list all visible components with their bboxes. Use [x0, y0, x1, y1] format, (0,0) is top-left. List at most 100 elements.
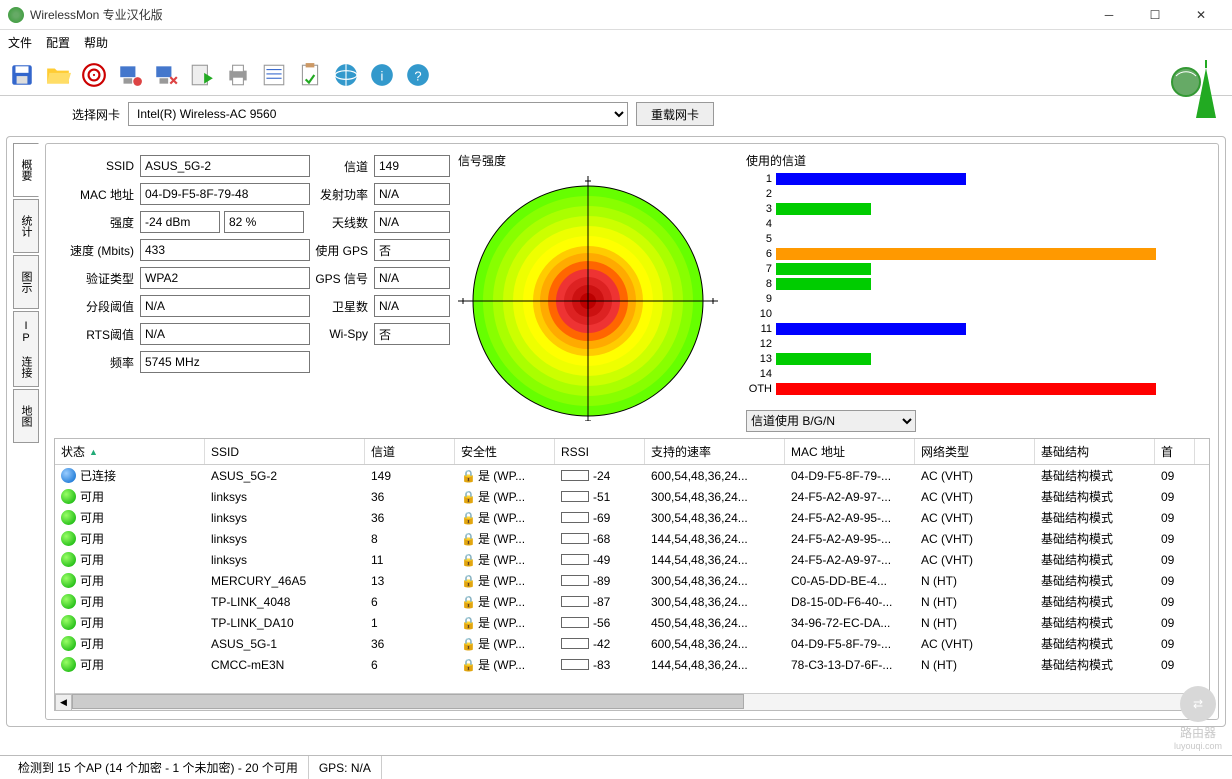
table-row[interactable]: 已连接ASUS_5G-2149🔒是 (WP...-24600,54,48,36,…: [55, 465, 1209, 486]
status-dot-icon: [61, 489, 76, 504]
rts-field[interactable]: [140, 323, 310, 345]
col-net[interactable]: 网络类型: [915, 439, 1035, 464]
ssid-field[interactable]: [140, 155, 310, 177]
gpssig-field[interactable]: [374, 267, 450, 289]
channel-number: 10: [746, 308, 776, 320]
cell-first: 09: [1155, 658, 1195, 672]
cell-first: 09: [1155, 595, 1195, 609]
target-icon[interactable]: [78, 59, 110, 91]
wispy-field[interactable]: [374, 323, 450, 345]
wispy-label: Wi-Spy: [310, 327, 374, 341]
window-title: WirelessMon 专业汉化版: [30, 6, 1086, 23]
table-row[interactable]: 可用linksys11🔒是 (WP...-49144,54,48,36,24..…: [55, 549, 1209, 570]
scroll-thumb[interactable]: [72, 694, 744, 709]
cell-rssi: -24: [555, 469, 645, 483]
adapter-row: 选择网卡 Intel(R) Wireless-AC 9560 重载网卡: [0, 96, 1232, 132]
table-row[interactable]: 可用ASUS_5G-136🔒是 (WP...-42600,54,48,36,24…: [55, 633, 1209, 654]
pc1-icon[interactable]: [114, 59, 146, 91]
pc2-icon[interactable]: [150, 59, 182, 91]
open-icon[interactable]: [42, 59, 74, 91]
tab-overview[interactable]: 概要: [13, 143, 39, 197]
tab-graph[interactable]: 图示: [13, 255, 39, 309]
chan-field[interactable]: [374, 155, 450, 177]
horizontal-scrollbar[interactable]: ◀ ▶: [55, 693, 1209, 710]
strength-dbm-field[interactable]: [140, 211, 220, 233]
status-ap-count: 检测到 15 个AP (14 个加密 - 1 个未加密) - 20 个可用: [8, 756, 309, 779]
cell-sec: 🔒是 (WP...: [455, 488, 555, 505]
list-icon[interactable]: [258, 59, 290, 91]
menu-file[interactable]: 文件: [8, 34, 32, 51]
table-row[interactable]: 可用TP-LINK_40486🔒是 (WP...-87300,54,48,36,…: [55, 591, 1209, 612]
col-sec[interactable]: 安全性: [455, 439, 555, 464]
sort-asc-icon: ▲: [89, 447, 98, 457]
table-row[interactable]: 可用linksys36🔒是 (WP...-69300,54,48,36,24..…: [55, 507, 1209, 528]
gps-field[interactable]: [374, 239, 450, 261]
reload-adapter-button[interactable]: 重载网卡: [636, 102, 714, 126]
worldq-icon[interactable]: i: [366, 59, 398, 91]
freq-label: 频率: [54, 354, 140, 371]
main-panel: 概要 统计 图示 IP 连接 地图 SSID 信道 MAC 地址 发射功率 强度: [6, 136, 1226, 727]
adapter-label: 选择网卡: [72, 106, 120, 123]
mac-field[interactable]: [140, 183, 310, 205]
cell-rate: 300,54,48,36,24...: [645, 574, 785, 588]
channel-mode-select[interactable]: 信道使用 B/G/N: [746, 410, 916, 432]
cell-chan: 36: [365, 637, 455, 651]
cell-rate: 450,54,48,36,24...: [645, 616, 785, 630]
ant-field[interactable]: [374, 211, 450, 233]
adapter-select[interactable]: Intel(R) Wireless-AC 9560: [128, 102, 628, 126]
lock-icon: 🔒: [461, 469, 476, 483]
cell-infra: 基础结构模式: [1035, 635, 1155, 652]
menu-help[interactable]: 帮助: [84, 34, 108, 51]
scroll-left-icon[interactable]: ◀: [55, 694, 72, 711]
cell-mac: 24-F5-A2-A9-95-...: [785, 511, 915, 525]
tab-stats[interactable]: 统计: [13, 199, 39, 253]
col-chan[interactable]: 信道: [365, 439, 455, 464]
sat-field[interactable]: [374, 295, 450, 317]
table-row[interactable]: 可用CMCC-mE3N6🔒是 (WP...-83144,54,48,36,24.…: [55, 654, 1209, 675]
table-row[interactable]: 可用MERCURY_46A513🔒是 (WP...-89300,54,48,36…: [55, 570, 1209, 591]
cell-rate: 600,54,48,36,24...: [645, 637, 785, 651]
cell-rssi: -56: [555, 616, 645, 630]
minimize-button[interactable]: ─: [1086, 0, 1132, 30]
frag-field[interactable]: [140, 295, 310, 317]
txpwr-field[interactable]: [374, 183, 450, 205]
cell-status: 可用: [55, 572, 205, 589]
menu-config[interactable]: 配置: [46, 34, 70, 51]
channel-bar: [776, 278, 871, 290]
col-ssid[interactable]: SSID: [205, 439, 365, 464]
col-infra[interactable]: 基础结构: [1035, 439, 1155, 464]
tab-ipconn[interactable]: IP 连接: [13, 311, 39, 387]
table-body[interactable]: 已连接ASUS_5G-2149🔒是 (WP...-24600,54,48,36,…: [55, 465, 1209, 693]
tab-map[interactable]: 地图: [13, 389, 39, 443]
col-mac[interactable]: MAC 地址: [785, 439, 915, 464]
close-button[interactable]: ✕: [1178, 0, 1224, 30]
save-icon[interactable]: [6, 59, 38, 91]
lock-icon: 🔒: [461, 532, 476, 546]
clipboard-icon[interactable]: [294, 59, 326, 91]
table-row[interactable]: 可用linksys36🔒是 (WP...-51300,54,48,36,24..…: [55, 486, 1209, 507]
col-rate[interactable]: 支持的速率: [645, 439, 785, 464]
table-row[interactable]: 可用TP-LINK_DA101🔒是 (WP...-56450,54,48,36,…: [55, 612, 1209, 633]
auth-field[interactable]: [140, 267, 310, 289]
table-row[interactable]: 可用linksys8🔒是 (WP...-68144,54,48,36,24...…: [55, 528, 1209, 549]
channel-number: 1: [746, 173, 776, 185]
channel-number: OTH: [746, 383, 776, 395]
cell-status: 可用: [55, 509, 205, 526]
col-status[interactable]: 状态▲: [55, 439, 205, 464]
col-rssi[interactable]: RSSI: [555, 439, 645, 464]
cell-infra: 基础结构模式: [1035, 572, 1155, 589]
channel-row: 14: [746, 366, 1210, 381]
world-icon[interactable]: [330, 59, 362, 91]
signal-radar: [458, 171, 718, 421]
strength-pct-field[interactable]: [224, 211, 304, 233]
help-icon[interactable]: ?: [402, 59, 434, 91]
cell-rate: 144,54,48,36,24...: [645, 532, 785, 546]
maximize-button[interactable]: ☐: [1132, 0, 1178, 30]
speed-field[interactable]: [140, 239, 310, 261]
col-first[interactable]: 首: [1155, 439, 1195, 464]
cell-first: 09: [1155, 532, 1195, 546]
print-icon[interactable]: [222, 59, 254, 91]
cell-chan: 36: [365, 511, 455, 525]
freq-field[interactable]: [140, 351, 310, 373]
play-icon[interactable]: [186, 59, 218, 91]
